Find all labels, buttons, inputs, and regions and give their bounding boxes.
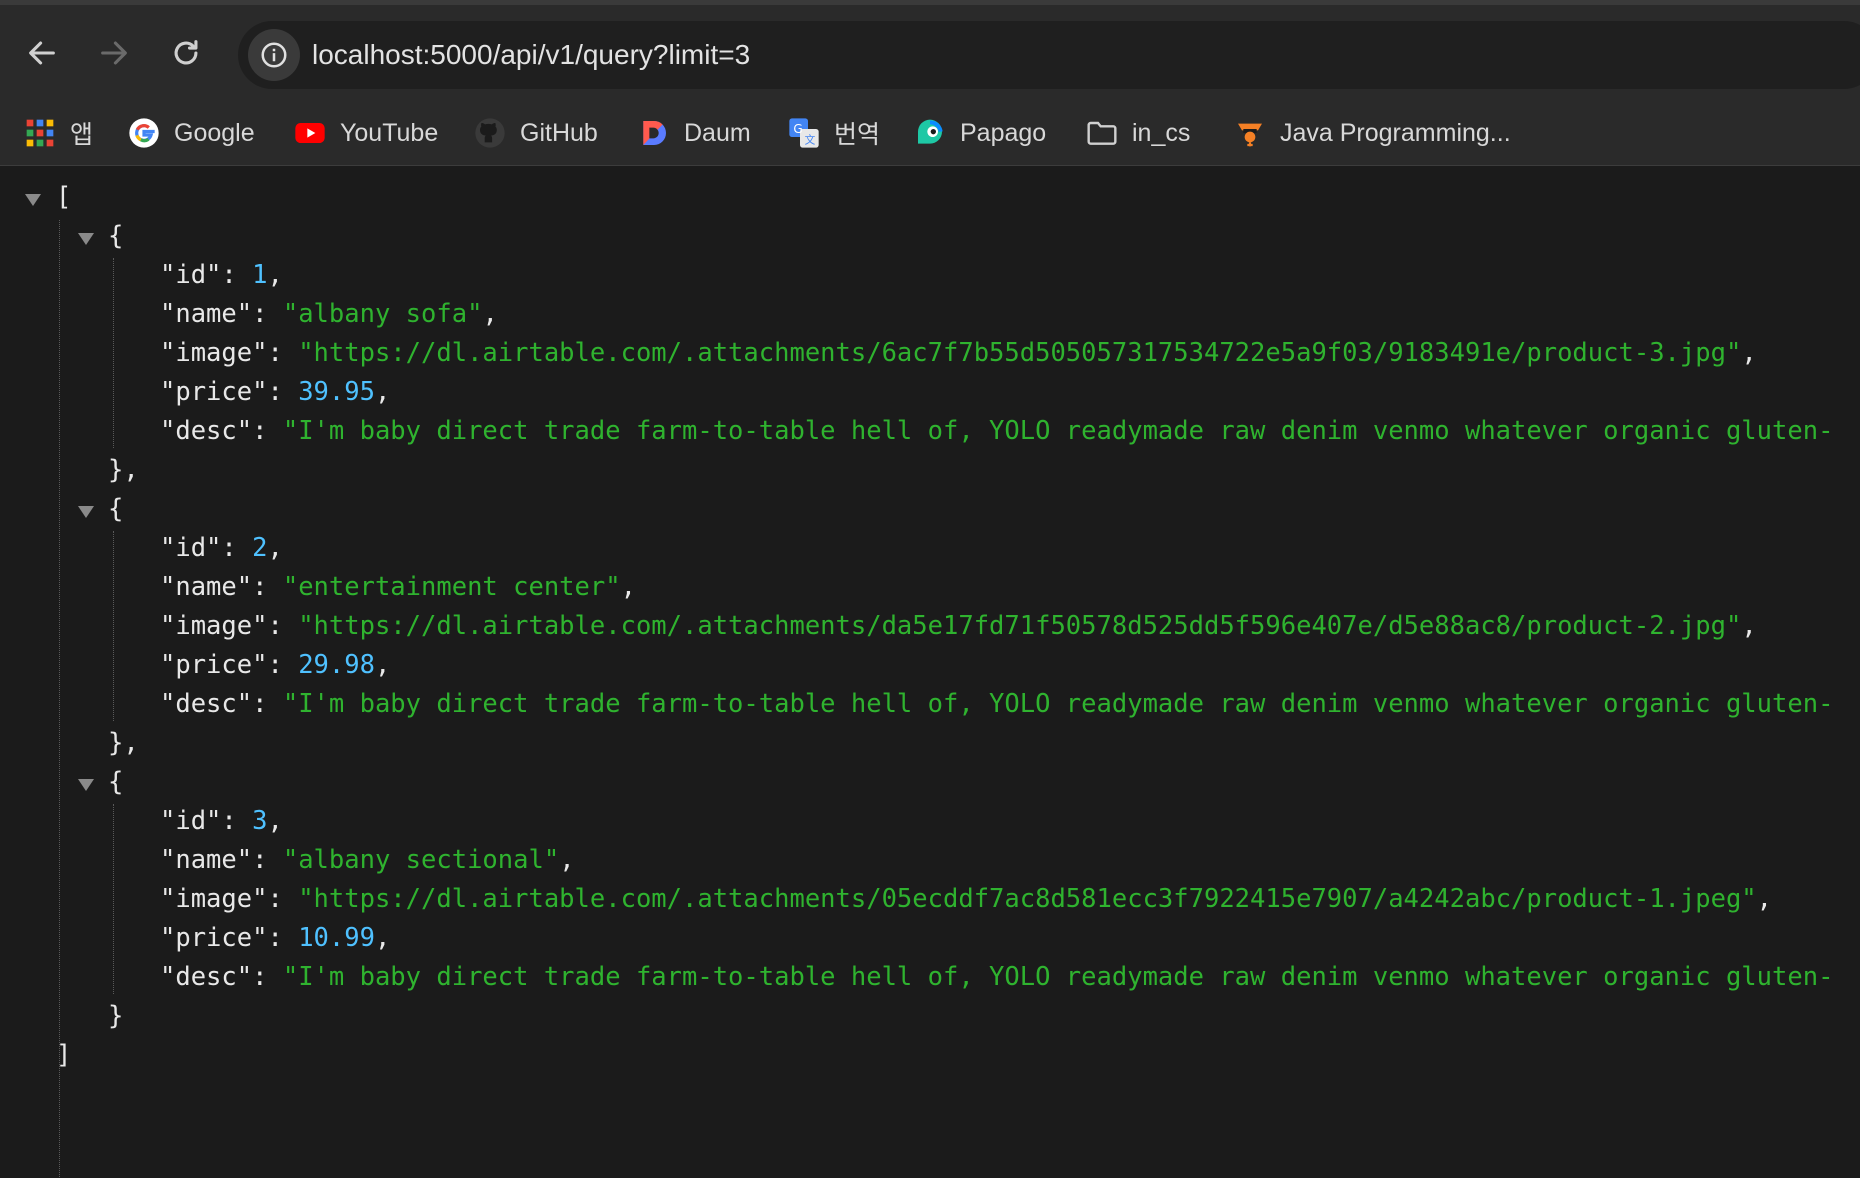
bookmark-label: Google (174, 118, 255, 147)
json-value-image: "https://dl.airtable.com/.attachments/da… (298, 611, 1742, 641)
browser-toolbar: localhost:5000/api/v1/query?limit=3 (0, 0, 1860, 100)
collapse-toggle-item-3[interactable] (78, 779, 94, 791)
translate-icon: G文 (788, 117, 820, 149)
json-row-name: "name": "albany sofa", (160, 299, 498, 329)
json-open-brace: { (108, 494, 124, 524)
json-value-price: 39.95 (298, 377, 375, 407)
github-icon (474, 117, 506, 149)
json-row-name: "name": "entertainment center", (160, 572, 636, 602)
json-value-desc: "I'm baby direct trade farm-to-table hel… (282, 689, 1834, 719)
youtube-icon (294, 117, 326, 149)
bookmark-label: Daum (684, 118, 751, 147)
json-row-price: "price": 39.95, (160, 377, 391, 407)
json-row-image: "image": "https://dl.airtable.com/.attac… (160, 338, 1757, 368)
json-value-id: 2 (252, 533, 268, 563)
arrow-left-icon (29, 41, 55, 65)
json-value-name: "entertainment center" (282, 572, 621, 602)
forward-button[interactable] (86, 25, 142, 81)
json-close-brace: }, (108, 455, 139, 485)
java-icon (1234, 117, 1266, 149)
svg-text:文: 文 (805, 134, 816, 147)
papago-icon (914, 117, 946, 149)
google-icon (128, 117, 160, 149)
arrow-right-icon (101, 41, 127, 65)
json-row-desc: "desc": "I'm baby direct trade farm-to-t… (160, 689, 1834, 719)
json-value-image: "https://dl.airtable.com/.attachments/6a… (298, 338, 1742, 368)
json-row-desc: "desc": "I'm baby direct trade farm-to-t… (160, 416, 1834, 446)
reload-button[interactable] (158, 25, 214, 81)
back-button[interactable] (14, 25, 70, 81)
json-close-bracket: ] (56, 1040, 72, 1070)
json-value-price: 10.99 (298, 923, 375, 953)
json-open-bracket: [ (56, 182, 72, 212)
bookmark-in-cs[interactable]: in_cs (1086, 100, 1190, 166)
bookmark-apps[interactable]: 앱 (24, 100, 93, 166)
bookmark-github[interactable]: GitHub (474, 100, 598, 166)
json-row-desc: "desc": "I'm baby direct trade farm-to-t… (160, 962, 1834, 992)
site-info-button[interactable] (248, 29, 300, 81)
json-open-brace: { (108, 221, 124, 251)
bookmark-label: Java Programming... (1280, 118, 1511, 147)
json-value-price: 29.98 (298, 650, 375, 680)
json-value-id: 3 (252, 806, 268, 836)
json-value-name: "albany sectional" (282, 845, 560, 875)
json-open-brace: { (108, 767, 124, 797)
bookmark-daum[interactable]: Daum (638, 100, 751, 166)
bookmark-label: 앱 (70, 121, 94, 149)
collapse-toggle-item-1[interactable] (78, 233, 94, 245)
json-row-price: "price": 10.99, (160, 923, 391, 953)
json-row-image: "image": "https://dl.airtable.com/.attac… (160, 611, 1757, 641)
daum-icon (638, 117, 670, 149)
indent-guide (113, 804, 114, 994)
json-close-brace: } (108, 1001, 124, 1031)
bookmark-translate[interactable]: G文 번역 (788, 100, 880, 166)
json-row-id: "id": 1, (160, 260, 283, 290)
apps-grid-icon (24, 117, 56, 149)
bookmark-papago[interactable]: Papago (914, 100, 1046, 166)
json-row-name: "name": "albany sectional", (160, 845, 575, 875)
collapse-toggle-item-2[interactable] (78, 506, 94, 518)
indent-guide (113, 258, 114, 448)
indent-guide (113, 531, 114, 721)
folder-icon (1086, 117, 1118, 149)
bookmark-google[interactable]: Google (128, 100, 255, 166)
json-row-id: "id": 3, (160, 806, 283, 836)
json-close-brace: }, (108, 728, 139, 758)
svg-text:G: G (793, 122, 802, 136)
json-value-image: "https://dl.airtable.com/.attachments/05… (298, 884, 1757, 914)
json-row-id: "id": 2, (160, 533, 283, 563)
bookmark-label: GitHub (520, 118, 598, 147)
info-icon (261, 42, 287, 68)
bookmark-java-programming[interactable]: Java Programming... (1234, 100, 1511, 166)
reload-icon (174, 40, 198, 65)
address-bar[interactable]: localhost:5000/api/v1/query?limit=3 (238, 21, 1860, 89)
bookmark-youtube[interactable]: YouTube (294, 100, 438, 166)
json-row-price: "price": 29.98, (160, 650, 391, 680)
json-value-id: 1 (252, 260, 268, 290)
json-viewer: [ { "id": 1, "name": "albany sofa", "ima… (0, 166, 1860, 1178)
url-text[interactable]: localhost:5000/api/v1/query?limit=3 (312, 21, 750, 89)
bookmark-label: YouTube (340, 118, 439, 147)
json-value-name: "albany sofa" (282, 299, 483, 329)
bookmark-label: in_cs (1132, 118, 1191, 147)
indent-guide (59, 220, 60, 1178)
json-value-desc: "I'm baby direct trade farm-to-table hel… (282, 962, 1834, 992)
bookmark-label: Papago (960, 118, 1047, 147)
bookmarks-bar: 앱 Google YouTube GitHub Daum G文 번역 Papag… (0, 100, 1860, 166)
bookmark-label: 번역 (834, 121, 881, 149)
json-value-desc: "I'm baby direct trade farm-to-table hel… (282, 416, 1834, 446)
json-row-image: "image": "https://dl.airtable.com/.attac… (160, 884, 1773, 914)
collapse-toggle-root[interactable] (25, 194, 41, 206)
